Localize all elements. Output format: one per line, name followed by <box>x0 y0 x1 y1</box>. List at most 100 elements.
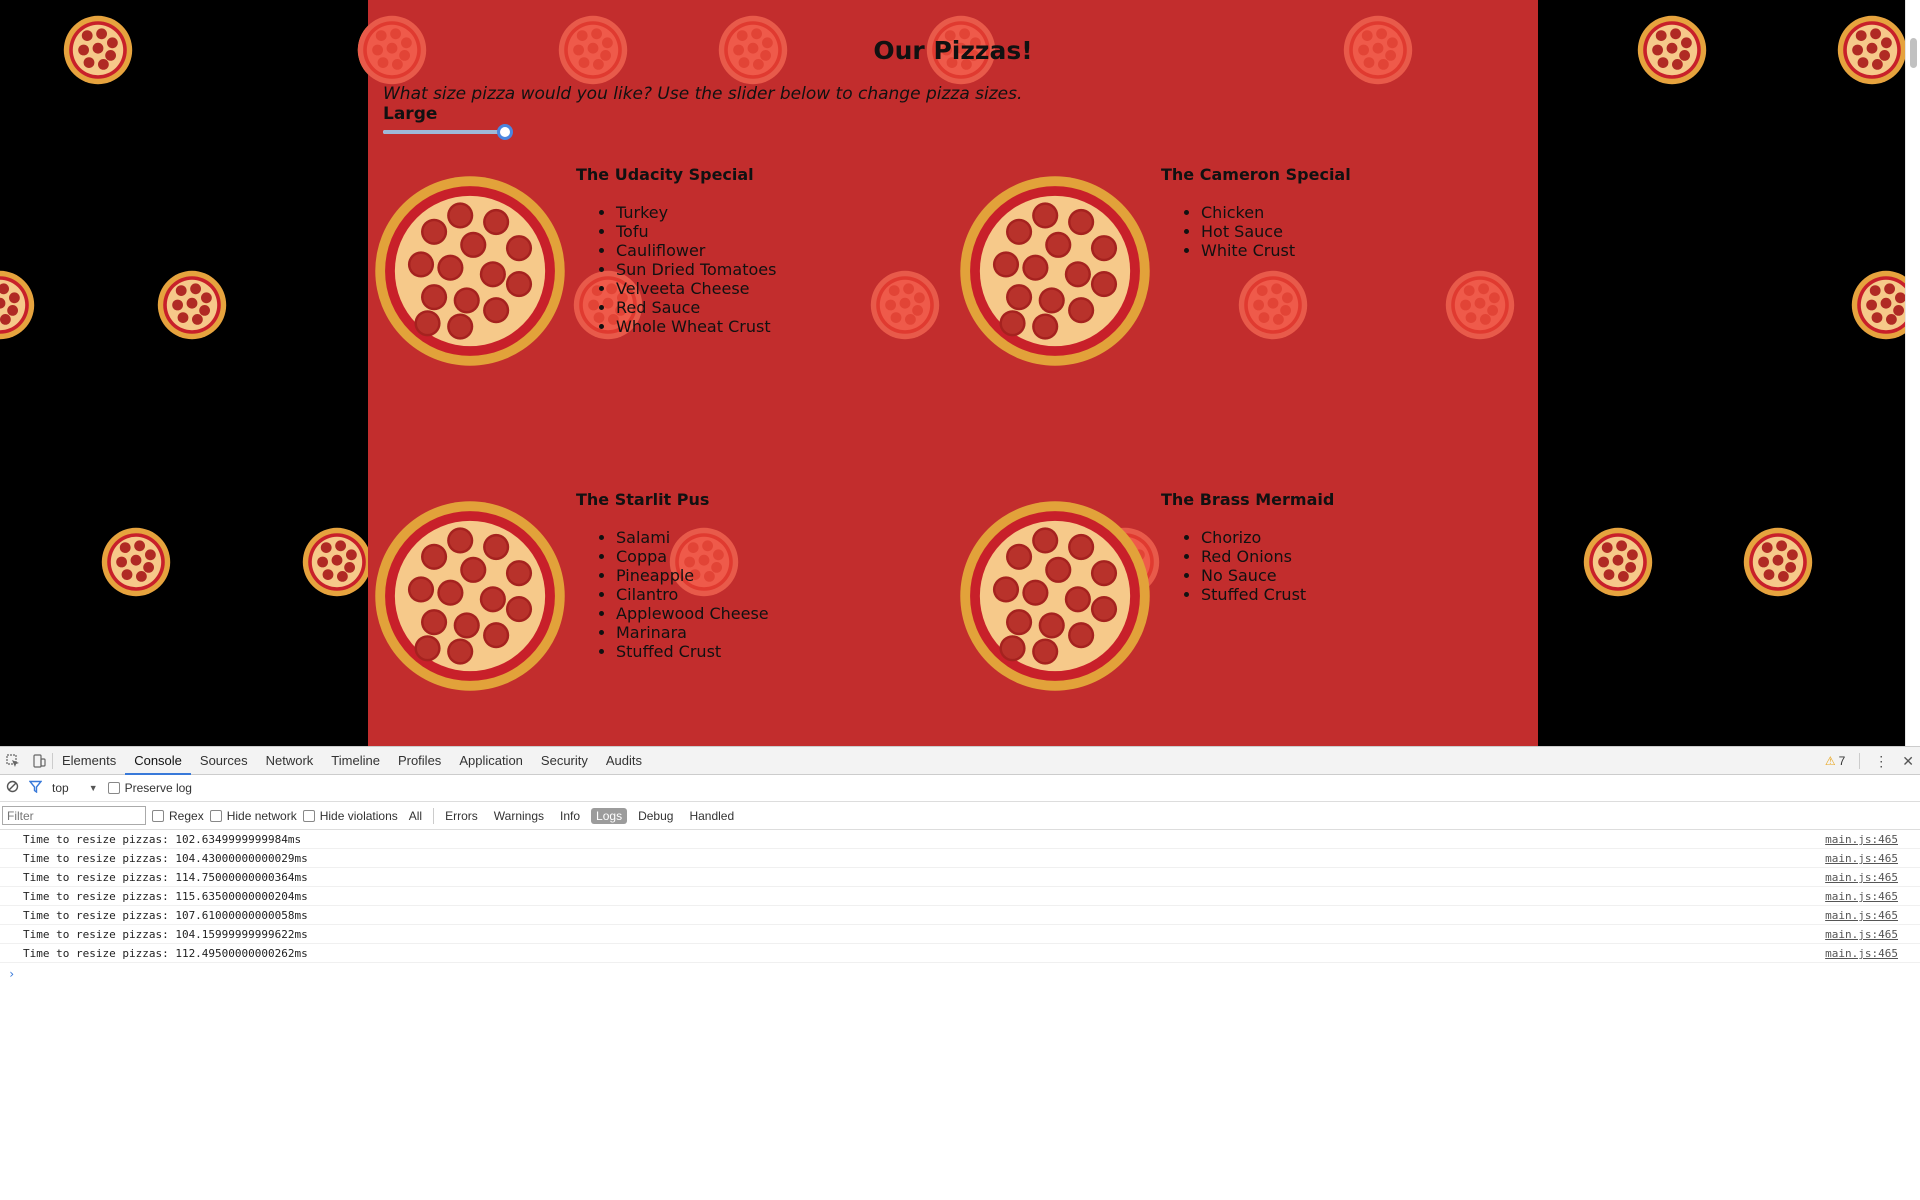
console-filterbar: Regex Hide network Hide violations All E… <box>0 802 1920 830</box>
inspect-element-icon[interactable] <box>0 747 26 775</box>
pizza-size-slider[interactable] <box>383 122 513 142</box>
pizza-icon <box>957 173 1153 369</box>
hide-violations-checkbox[interactable]: Hide violations <box>302 808 398 823</box>
console-log-row: Time to resize pizzas: 115.6350000000020… <box>0 887 1920 906</box>
log-message: Time to resize pizzas: 102.6349999999984… <box>23 833 302 846</box>
filter-input[interactable] <box>2 806 146 825</box>
device-mode-icon[interactable] <box>26 747 52 775</box>
topping-item: Stuffed Crust <box>616 642 769 661</box>
console-prompt[interactable]: › <box>0 963 1920 985</box>
pizza-card: The Udacity Special Turkey Tofu Cauliflo… <box>372 165 952 405</box>
tab-console[interactable]: Console <box>125 747 191 775</box>
page-title: Our Pizzas! <box>873 36 1033 65</box>
pizza-name: The Brass Mermaid <box>1161 490 1335 509</box>
topping-item: Red Onions <box>1201 547 1306 566</box>
tab-timeline[interactable]: Timeline <box>322 747 389 775</box>
preserve-log-checkbox[interactable]: Preserve log <box>107 781 192 795</box>
page-viewport: Our Pizzas! What size pizza would you li… <box>0 0 1905 746</box>
checkbox-box[interactable] <box>302 809 315 822</box>
checkbox-box[interactable] <box>152 809 164 822</box>
pizza-name: The Udacity Special <box>576 165 754 184</box>
topping-item: White Crust <box>1201 241 1295 260</box>
hide-network-checkbox[interactable]: Hide network <box>209 808 297 823</box>
log-message: Time to resize pizzas: 104.1599999999962… <box>23 928 308 941</box>
topping-item: Tofu <box>616 222 776 241</box>
level-all[interactable]: All <box>404 808 427 824</box>
toppings-list: Turkey Tofu Cauliflower Sun Dried Tomato… <box>616 203 776 336</box>
log-source-link[interactable]: main.js:465 <box>1825 887 1898 906</box>
devtools-right-controls: ⚠ 7 ⋮ ✕ <box>1825 747 1914 775</box>
context-value: top <box>52 781 69 795</box>
hide-network-label: Hide network <box>226 808 297 823</box>
topping-item: Marinara <box>616 623 769 642</box>
tab-application[interactable]: Application <box>450 747 532 775</box>
toppings-list: Chicken Hot Sauce White Crust <box>1201 203 1295 260</box>
devtools-panel: Elements Console Sources Network Timelin… <box>0 746 1920 1200</box>
page-scrollbar[interactable] <box>1905 0 1920 746</box>
toppings-list: Chorizo Red Onions No Sauce Stuffed Crus… <box>1201 528 1306 604</box>
checkbox-box[interactable] <box>209 809 222 822</box>
divider <box>433 807 435 824</box>
pizza-icon <box>372 498 568 694</box>
level-warnings[interactable]: Warnings <box>489 808 549 824</box>
console-log-row: Time to resize pizzas: 102.6349999999984… <box>0 830 1920 849</box>
tab-network[interactable]: Network <box>257 747 323 775</box>
log-source-link[interactable]: main.js:465 <box>1825 925 1898 944</box>
console-log-row: Time to resize pizzas: 107.6100000000005… <box>0 906 1920 925</box>
level-debug[interactable]: Debug <box>633 808 678 824</box>
warning-counter[interactable]: ⚠ 7 <box>1825 754 1845 768</box>
level-logs[interactable]: Logs <box>591 807 628 824</box>
size-label: Large <box>383 104 438 124</box>
topping-item: Applewood Cheese <box>616 604 769 623</box>
log-message: Time to resize pizzas: 112.4950000000026… <box>23 947 308 960</box>
pizza-card: The Cameron Special Chicken Hot Sauce Wh… <box>957 165 1537 405</box>
close-icon[interactable]: ✕ <box>1902 753 1914 770</box>
log-source-link[interactable]: main.js:465 <box>1825 830 1898 849</box>
console-log-row: Time to resize pizzas: 112.4950000000026… <box>0 944 1920 963</box>
slider-fill <box>383 130 511 134</box>
tab-elements[interactable]: Elements <box>53 747 125 775</box>
level-handled[interactable]: Handled <box>684 808 739 824</box>
slider-thumb[interactable] <box>497 124 513 140</box>
topping-item: Sun Dried Tomatoes <box>616 260 776 279</box>
topping-item: Velveeta Cheese <box>616 279 776 298</box>
topping-item: Cilantro <box>616 585 769 604</box>
tab-audits[interactable]: Audits <box>597 747 651 775</box>
topping-item: Turkey <box>616 203 776 222</box>
topping-item: Chicken <box>1201 203 1295 222</box>
log-source-link[interactable]: main.js:465 <box>1825 868 1898 887</box>
level-errors[interactable]: Errors <box>440 808 483 824</box>
level-info[interactable]: Info <box>555 808 585 824</box>
topping-item: Salami <box>616 528 769 547</box>
background-pizza-icon <box>301 526 373 598</box>
tab-profiles[interactable]: Profiles <box>389 747 450 775</box>
console-output: Time to resize pizzas: 102.6349999999984… <box>0 830 1920 985</box>
size-question: What size pizza would you like? Use the … <box>383 84 1023 104</box>
console-log-row: Time to resize pizzas: 114.7500000000036… <box>0 868 1920 887</box>
clear-console-icon[interactable] <box>6 780 19 796</box>
scrollbar-thumb[interactable] <box>1910 38 1917 68</box>
prompt-caret: › <box>8 967 16 981</box>
regex-checkbox[interactable]: Regex <box>152 809 204 823</box>
tab-sources[interactable]: Sources <box>191 747 257 775</box>
log-source-link[interactable]: main.js:465 <box>1825 906 1898 925</box>
context-selector[interactable]: top ▼ <box>52 781 98 795</box>
checkbox-box[interactable] <box>107 782 120 794</box>
log-message: Time to resize pizzas: 114.7500000000036… <box>23 871 308 884</box>
chevron-down-icon: ▼ <box>88 783 98 793</box>
tab-security[interactable]: Security <box>532 747 597 775</box>
console-toolbar: top ▼ Preserve log <box>0 775 1920 802</box>
pizza-icon <box>957 498 1153 694</box>
warning-count: 7 <box>1838 754 1846 768</box>
background-pizza-icon <box>1850 269 1905 341</box>
log-source-link[interactable]: main.js:465 <box>1825 849 1898 868</box>
filter-icon[interactable] <box>28 780 43 796</box>
log-source-link[interactable]: main.js:465 <box>1825 944 1898 963</box>
background-pizza-icon <box>156 269 228 341</box>
topping-item: Hot Sauce <box>1201 222 1295 241</box>
preserve-log-label: Preserve log <box>124 781 192 795</box>
background-pizza-icon <box>1742 526 1814 598</box>
more-vertical-icon[interactable]: ⋮ <box>1874 753 1888 770</box>
hide-violations-label: Hide violations <box>319 808 398 823</box>
background-pizza-icon <box>1582 526 1654 598</box>
